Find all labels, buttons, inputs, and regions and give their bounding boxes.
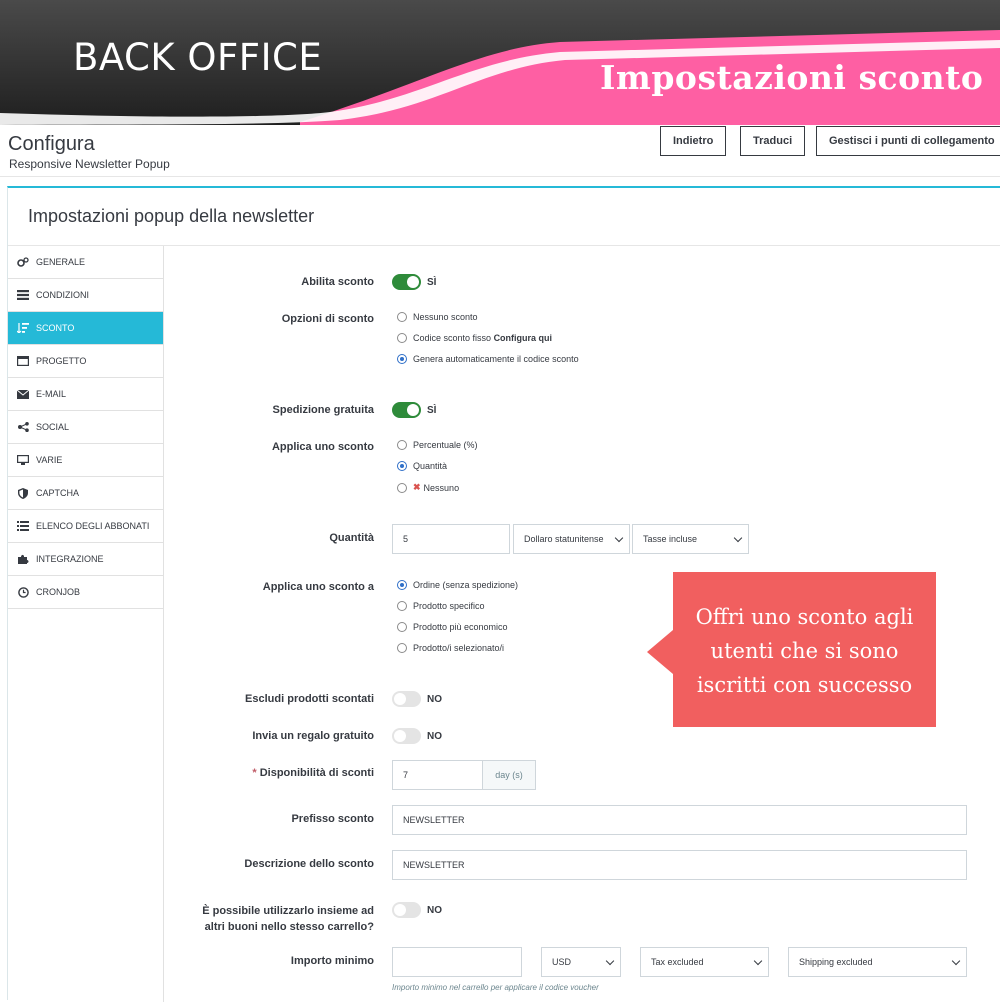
apply-to-specific-product[interactable]: Prodotto specifico xyxy=(397,601,485,611)
free-gift-label: Invia un regalo gratuito xyxy=(252,730,374,742)
banner-title-left: BACK OFFICE xyxy=(73,36,323,79)
sidebar-item-label: VARIE xyxy=(36,455,63,465)
sidebar-item-integrazione[interactable]: INTEGRAZIONE xyxy=(8,543,164,576)
list-icon xyxy=(16,289,30,301)
chevron-down-icon xyxy=(733,533,743,543)
prefix-label: Prefisso sconto xyxy=(291,813,374,825)
apply-discount-amount[interactable]: Quantità xyxy=(397,461,447,471)
sidebar-item-label: CONDIZIONI xyxy=(36,290,89,300)
desktop-icon xyxy=(16,454,30,466)
sidebar-item-label: ELENCO DEGLI ABBONATI xyxy=(36,521,150,531)
free-shipping-value: SÌ xyxy=(427,405,437,416)
sidebar-item-label: CRONJOB xyxy=(36,587,81,597)
page-subtitle: Responsive Newsletter Popup xyxy=(9,157,170,171)
banner-title-right: Impostazioni sconto xyxy=(600,58,984,97)
sidebar-item-generale[interactable]: GENERALE xyxy=(8,246,164,279)
sidebar-item-label: CAPTCHA xyxy=(36,488,80,498)
free-shipping-label: Spedizione gratuita xyxy=(272,404,374,416)
sidebar-item-label: GENERALE xyxy=(36,257,86,267)
shield-icon xyxy=(16,487,30,499)
share-icon xyxy=(16,421,30,433)
apply-discount-label: Applica uno sconto xyxy=(271,441,374,453)
sidebar-item-captcha[interactable]: CAPTCHA xyxy=(8,477,164,510)
chevron-down-icon xyxy=(605,956,615,966)
sidebar-item-label: PROGETTO xyxy=(36,356,87,366)
free-shipping-toggle[interactable] xyxy=(392,402,421,418)
sidebar-item-sconto[interactable]: SCONTO xyxy=(8,312,164,345)
minimum-amount-hint: Importo minimo nel carrello per applicar… xyxy=(392,983,599,992)
envelope-icon xyxy=(16,388,30,400)
discount-option-none[interactable]: Nessuno sconto xyxy=(397,312,478,322)
sidebar-item-varie[interactable]: VARIE xyxy=(8,444,164,477)
apply-to-cheapest-product[interactable]: Prodotto più economico xyxy=(397,622,508,632)
panel-title: Impostazioni popup della newsletter xyxy=(28,206,315,226)
sidebar-item-label: SOCIAL xyxy=(36,422,70,432)
sidebar-item-cronjob[interactable]: CRONJOB xyxy=(8,576,164,609)
top-banner: BACK OFFICE Impostazioni sconto xyxy=(0,0,1000,125)
free-gift-toggle[interactable] xyxy=(392,728,421,744)
close-icon: ✖ xyxy=(413,482,421,492)
minimum-shipping-select[interactable]: Shipping excluded xyxy=(788,947,967,977)
minimum-tax-select[interactable]: Tax excluded xyxy=(640,947,769,977)
enable-discount-toggle[interactable] xyxy=(392,274,421,290)
chevron-down-icon xyxy=(753,956,763,966)
sort-amount-icon xyxy=(16,322,30,334)
prefix-input[interactable]: NEWSLETTER xyxy=(392,805,967,835)
tax-select[interactable]: Tasse incluse xyxy=(632,524,749,554)
settings-sidebar: GENERALE CONDIZIONI SCONTO PROGETTO E-MA… xyxy=(8,246,164,609)
apply-to-order[interactable]: Ordine (senza spedizione) xyxy=(397,580,518,590)
availability-label: * Disponibilità di sconti xyxy=(252,767,374,779)
sidebar-item-progetto[interactable]: PROGETTO xyxy=(8,345,164,378)
discount-option-auto[interactable]: Genera automaticamente il codice sconto xyxy=(397,354,579,364)
description-input[interactable]: NEWSLETTER xyxy=(392,850,967,880)
cogs-icon xyxy=(16,256,30,268)
exclude-discounted-value: NO xyxy=(427,694,442,705)
description-label: Descrizione dello sconto xyxy=(244,858,374,870)
page-title: Configura xyxy=(8,133,95,155)
callout-text: Offri uno sconto agli utenti che si sono… xyxy=(695,605,914,697)
combinable-value: NO xyxy=(427,905,442,916)
enable-discount-label: Abilita sconto xyxy=(301,276,374,288)
list-icon xyxy=(16,520,30,532)
sidebar-item-social[interactable]: SOCIAL xyxy=(8,411,164,444)
sidebar-item-label: INTEGRAZIONE xyxy=(36,554,104,564)
sidebar-divider xyxy=(163,246,164,1002)
translate-button[interactable]: Traduci xyxy=(740,126,806,156)
minimum-currency-select[interactable]: USD xyxy=(541,947,621,977)
clock-icon xyxy=(16,586,30,598)
amount-label: Quantità xyxy=(329,532,374,544)
minimum-amount-input[interactable] xyxy=(392,947,522,977)
availability-input[interactable]: 7 xyxy=(392,760,483,790)
window-icon xyxy=(16,355,30,367)
sidebar-item-label: SCONTO xyxy=(36,323,75,333)
enable-discount-value: SÌ xyxy=(427,277,437,288)
sidebar-item-subscribers[interactable]: ELENCO DEGLI ABBONATI xyxy=(8,510,164,543)
minimum-amount-label: Importo minimo xyxy=(290,955,374,967)
discount-option-fixed[interactable]: Codice sconto fisso Configura qui xyxy=(397,333,552,343)
back-button[interactable]: Indietro xyxy=(660,126,727,156)
sidebar-item-condizioni[interactable]: CONDIZIONI xyxy=(8,279,164,312)
manage-hooks-button[interactable]: Gestisci i punti di collegamento xyxy=(816,126,1000,156)
sidebar-item-label: E-MAIL xyxy=(36,389,67,399)
apply-to-label: Applica uno sconto a xyxy=(262,581,374,593)
chevron-down-icon xyxy=(614,533,624,543)
chevron-down-icon xyxy=(951,956,961,966)
apply-discount-none[interactable]: ✖ Nessuno xyxy=(397,482,459,493)
currency-select[interactable]: Dollaro statunitense xyxy=(513,524,630,554)
sidebar-item-email[interactable]: E-MAIL xyxy=(8,378,164,411)
puzzle-icon xyxy=(16,553,30,565)
availability-unit: day (s) xyxy=(482,760,536,790)
apply-to-selected-products[interactable]: Prodotto/i selezionato/i xyxy=(397,643,504,653)
combinable-label: È possibile utilizzarlo insieme ad altri … xyxy=(202,905,374,933)
exclude-discounted-label: Escludi prodotti scontati xyxy=(245,693,374,705)
free-gift-value: NO xyxy=(427,731,442,742)
amount-input[interactable]: 5 xyxy=(392,524,510,554)
callout-arrow xyxy=(647,630,673,674)
exclude-discounted-toggle[interactable] xyxy=(392,691,421,707)
configure-here-link[interactable]: Configura qui xyxy=(494,333,553,343)
combinable-toggle[interactable] xyxy=(392,902,421,918)
discount-options-label: Opzioni di sconto xyxy=(281,313,374,325)
apply-discount-percent[interactable]: Percentuale (%) xyxy=(397,440,478,450)
